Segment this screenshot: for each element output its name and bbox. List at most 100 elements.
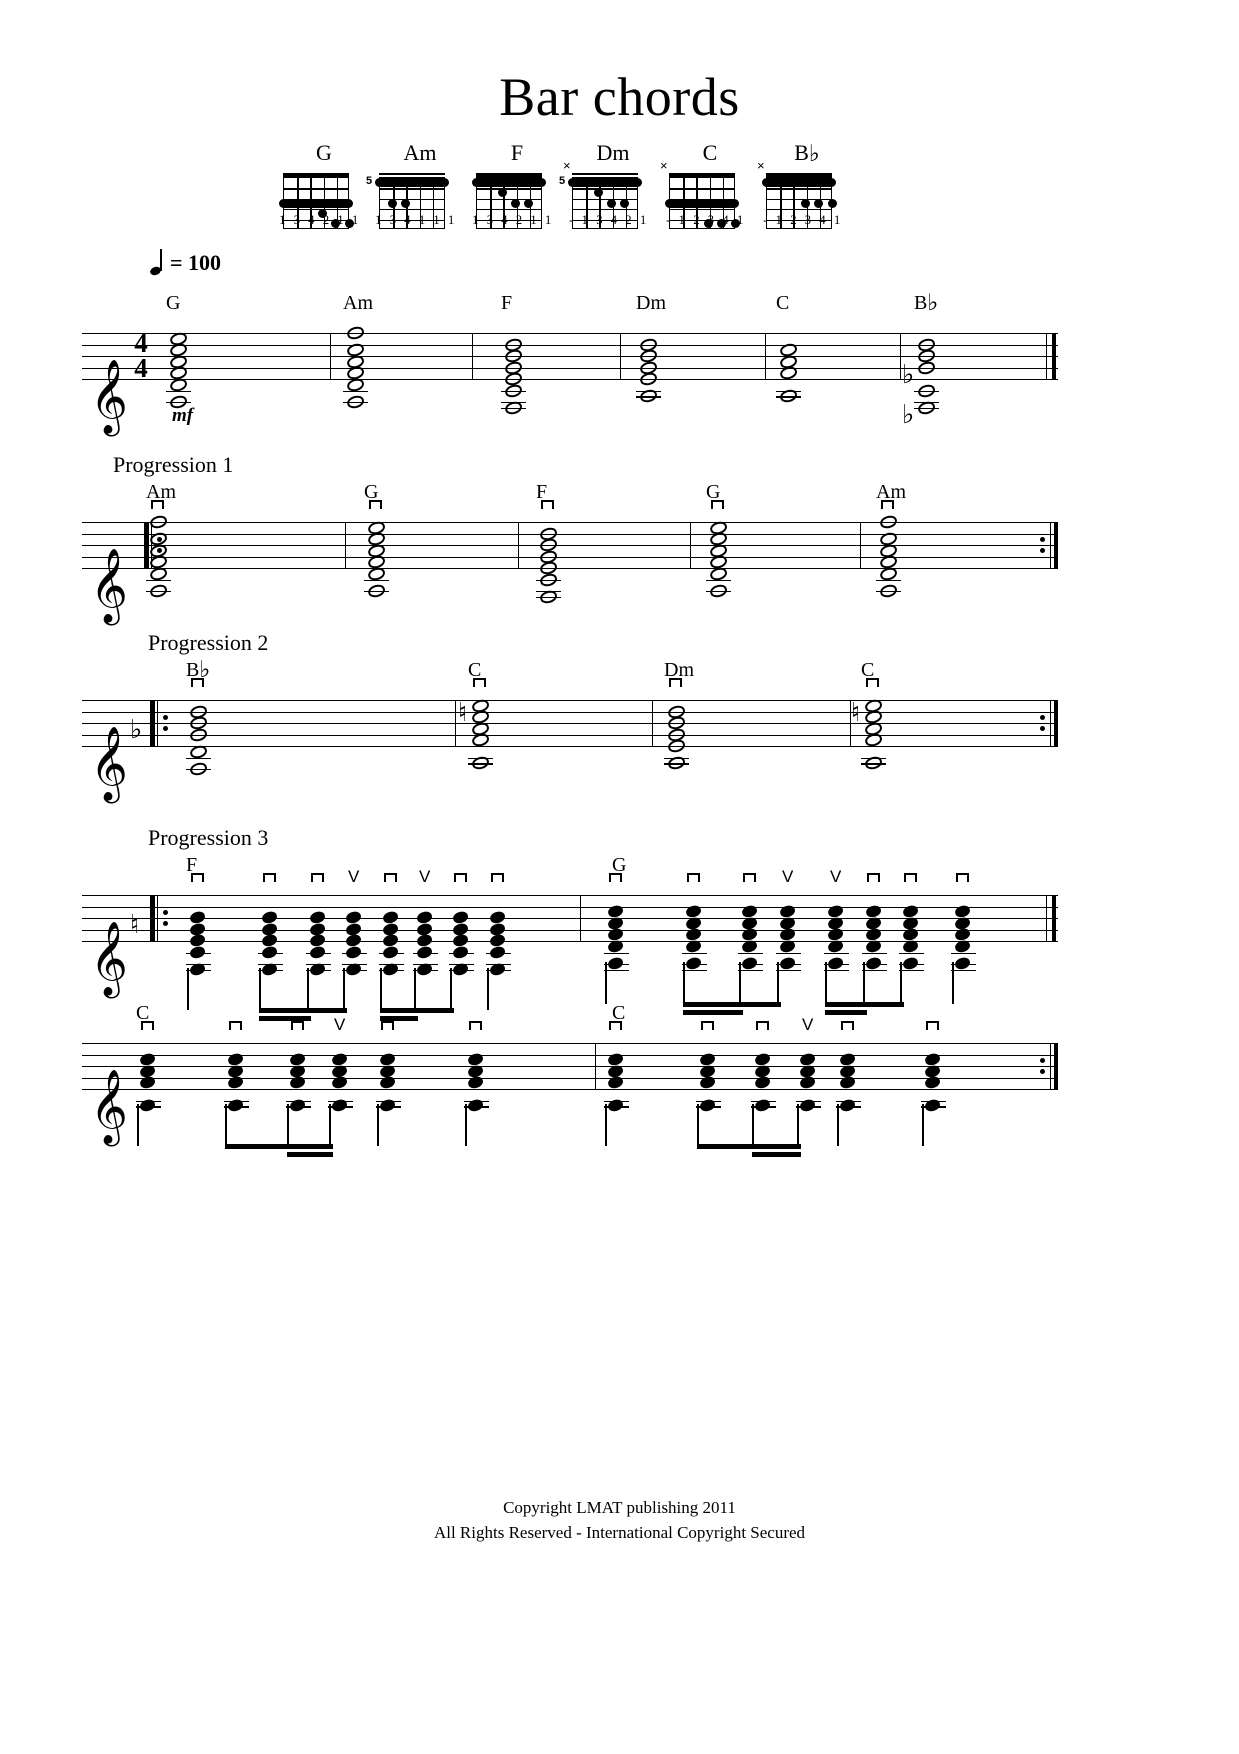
ledger-line bbox=[682, 952, 707, 954]
note-stem bbox=[825, 962, 827, 1004]
repeat-dot bbox=[1040, 1069, 1045, 1075]
note-stem bbox=[287, 1104, 289, 1147]
ledger-line bbox=[306, 969, 331, 972]
copyright-line-2: All Rights Reserved - International Copy… bbox=[433, 1523, 806, 1542]
beam bbox=[225, 1144, 333, 1150]
ledger-line bbox=[146, 579, 171, 581]
ledger-line bbox=[738, 964, 763, 966]
staff-line bbox=[82, 1089, 1058, 1091]
ledger-line bbox=[186, 757, 211, 759]
chord-symbol: G bbox=[364, 481, 379, 503]
staff-line bbox=[82, 556, 1058, 558]
ledger-line bbox=[328, 1100, 353, 1102]
staff-line bbox=[82, 522, 1058, 524]
ledger-line bbox=[146, 591, 171, 593]
finger-dot bbox=[400, 198, 410, 208]
fret-line bbox=[670, 188, 734, 190]
chord-diagram-c: C × - 1 2 3 4 1 bbox=[651, 142, 761, 233]
section-label: Progression 1 bbox=[113, 452, 234, 477]
downstroke-icon bbox=[743, 873, 756, 882]
chord-symbol: B♭ bbox=[914, 290, 939, 315]
ledger-line bbox=[449, 952, 474, 954]
beam bbox=[825, 1010, 867, 1015]
downstroke-icon bbox=[956, 873, 969, 882]
repeat-dot bbox=[1040, 714, 1045, 720]
staff-line bbox=[82, 344, 1058, 346]
ledger-line bbox=[468, 757, 493, 759]
ledger-line bbox=[604, 964, 629, 966]
downstroke-icon bbox=[473, 678, 486, 687]
ledger-line bbox=[379, 964, 404, 966]
fret-line bbox=[573, 188, 637, 190]
chord-diagram-row: G1 3 4 2 1 1 Am 5 1 3 4 1 1 1F1 3 4 2 1 1 Dm… bbox=[0, 142, 1239, 258]
downstroke-icon bbox=[904, 873, 917, 882]
staff-line bbox=[82, 895, 1058, 897]
downstroke-icon bbox=[866, 678, 879, 687]
ledger-line bbox=[706, 579, 731, 581]
note-stem bbox=[777, 962, 779, 1004]
note-stem bbox=[683, 962, 685, 1004]
barre-bar bbox=[665, 198, 739, 208]
thin-barline bbox=[1049, 700, 1051, 746]
ledger-line bbox=[664, 757, 689, 759]
ledger-line bbox=[921, 1100, 946, 1102]
note-stem bbox=[863, 962, 865, 1004]
ledger-line bbox=[824, 969, 849, 972]
finger-numbers: - 1 3 4 2 1 bbox=[569, 213, 649, 227]
staff-line bbox=[82, 711, 1058, 713]
ledger-line bbox=[343, 390, 368, 392]
downstroke-icon bbox=[669, 678, 682, 687]
beam bbox=[825, 1002, 904, 1007]
ledger-line bbox=[286, 1100, 311, 1102]
dynamic-marking: mf bbox=[172, 405, 194, 426]
flat-accidental-icon: ♭ bbox=[902, 399, 915, 430]
ledger-line bbox=[166, 390, 191, 392]
barline bbox=[1046, 895, 1048, 941]
beam bbox=[683, 1010, 743, 1015]
barline bbox=[472, 333, 474, 379]
flat-icon: ♭ bbox=[927, 290, 939, 315]
ledger-line bbox=[862, 952, 887, 954]
barre-bar bbox=[762, 177, 836, 187]
copyright-line-1: Copyright LMAT publishing 2011 bbox=[503, 1498, 736, 1517]
ledger-line bbox=[776, 396, 801, 398]
fret-line bbox=[477, 188, 541, 190]
barline bbox=[518, 522, 520, 568]
ledger-line bbox=[364, 591, 389, 593]
tempo-marking: = 100 bbox=[150, 249, 222, 276]
barline bbox=[620, 333, 622, 379]
barline bbox=[330, 333, 332, 379]
fret-line bbox=[284, 188, 348, 190]
chord-diagram-am: Am 5 1 3 4 1 1 1 bbox=[361, 142, 471, 233]
finger-numbers: - 1 2 3 4 1 bbox=[763, 213, 843, 227]
staff-line bbox=[82, 1077, 1058, 1079]
ledger-line bbox=[696, 1100, 721, 1102]
note-stem bbox=[187, 967, 189, 1010]
ledger-line bbox=[776, 952, 801, 954]
finger-numbers: 1 3 4 1 1 1 bbox=[375, 213, 457, 227]
tempo-text: = 100 bbox=[170, 250, 222, 275]
beam bbox=[287, 1152, 333, 1158]
ledger-line bbox=[738, 952, 763, 954]
fret-line bbox=[767, 209, 831, 211]
ledger-line bbox=[862, 969, 887, 972]
note-stem bbox=[380, 967, 382, 1010]
beam bbox=[259, 1015, 311, 1021]
ledger-line bbox=[486, 964, 511, 966]
note-stem bbox=[487, 967, 489, 1010]
chord-symbol: Am bbox=[146, 481, 176, 503]
finger-numbers: 1 3 4 2 1 1 bbox=[279, 213, 361, 227]
beam bbox=[380, 1007, 454, 1013]
thin-barline bbox=[1049, 522, 1051, 568]
ledger-line bbox=[876, 591, 901, 593]
downstroke-icon bbox=[841, 1021, 854, 1030]
ledger-line bbox=[682, 964, 707, 966]
downstroke-icon bbox=[491, 873, 504, 882]
repeat-dot bbox=[163, 714, 168, 720]
fret-position-number: 5 bbox=[366, 175, 373, 187]
mute-x-icon: × bbox=[563, 158, 571, 173]
chord-symbol: Dm bbox=[664, 659, 694, 681]
downstroke-icon bbox=[687, 873, 700, 882]
time-signature: 44 bbox=[130, 330, 152, 382]
ledger-line bbox=[342, 964, 367, 966]
